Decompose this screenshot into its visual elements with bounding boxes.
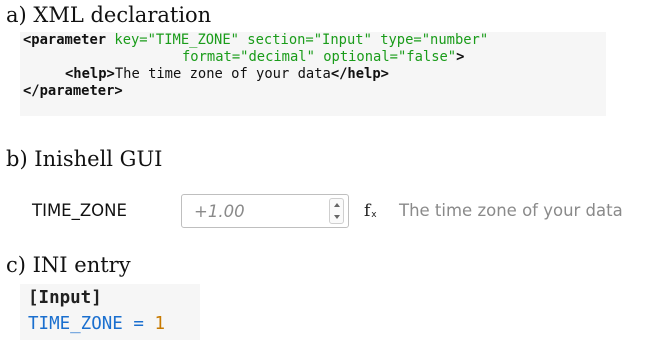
xml-tag-gt: > <box>456 49 465 65</box>
arrow-up-icon <box>333 203 340 207</box>
section-heading-gui: b) Inishell GUI <box>6 147 163 171</box>
xml-attrs-1: key="TIME_ZONE" section="Input" type="nu… <box>106 32 489 48</box>
parameter-label: TIME_ZONE <box>32 201 127 220</box>
arrow-down-icon <box>333 215 340 219</box>
ini-code-block: [Input] TIME_ZONE = 1 <box>20 284 200 340</box>
time-zone-spinbox[interactable]: +1.00 <box>181 194 349 228</box>
fx-symbol: f <box>364 201 371 221</box>
xml-help-close: </help> <box>330 66 389 82</box>
ini-value: 1 <box>154 314 165 334</box>
ini-entry-line: TIME_ZONE = 1 <box>28 312 165 336</box>
spin-buttons <box>329 198 344 224</box>
fx-subscript: x <box>371 210 377 220</box>
ini-section-line: [Input] <box>28 286 102 310</box>
spinbox-value[interactable]: +1.00 <box>194 201 245 223</box>
help-text: The time zone of your data <box>399 201 623 220</box>
ini-equals: = <box>122 314 155 334</box>
xml-tag-open: <parameter <box>23 32 107 48</box>
xml-tag-close: </parameter> <box>23 83 123 99</box>
xml-line-1: <parameter key="TIME_ZONE" section="Inpu… <box>23 32 488 49</box>
xml-help-text: The time zone of your data <box>114 66 331 82</box>
ini-section: [Input] <box>28 288 102 308</box>
function-icon[interactable]: fx <box>364 200 377 226</box>
section-heading-xml: a) XML declaration <box>6 3 212 27</box>
xml-code-block: <parameter key="TIME_ZONE" section="Inpu… <box>20 32 606 116</box>
spin-down-button[interactable] <box>330 211 343 223</box>
ini-key: TIME_ZONE <box>28 314 123 334</box>
section-heading-ini: c) INI entry <box>6 253 131 277</box>
xml-line-3: <help>The time zone of your data</help> <box>65 66 389 83</box>
xml-attrs-2: format="decimal" optional="false" <box>182 49 457 65</box>
xml-help-open: <help> <box>65 66 115 82</box>
spin-up-button[interactable] <box>330 199 343 211</box>
xml-line-4: </parameter> <box>23 83 123 100</box>
xml-line-2: format="decimal" optional="false"> <box>182 49 464 66</box>
